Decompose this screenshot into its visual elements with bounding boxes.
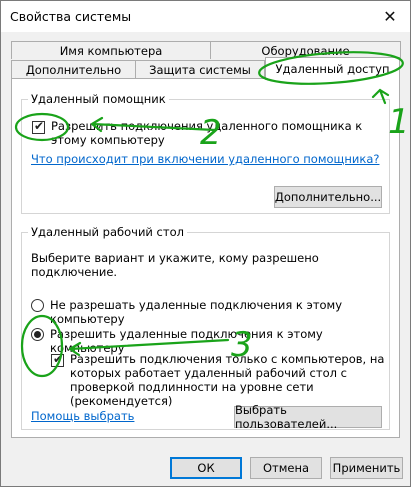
nla-checkbox[interactable]: ✔ [51, 352, 64, 367]
remote-assistance-group: Удаленный помощник ✔ Разрешить подключен… [21, 92, 390, 214]
title-bar: Свойства системы ✕ [1, 1, 410, 32]
remote-desktop-instructions: Выберите вариант и укажите, кому разреше… [31, 251, 319, 279]
remote-desktop-group: Удаленный рабочий стол Выберите вариант … [21, 225, 390, 431]
nla-label[interactable]: Разрешить подключения только с компьютер… [70, 352, 386, 408]
deny-connections-radio[interactable] [31, 299, 44, 312]
tab-computer-name[interactable]: Имя компьютера [11, 41, 211, 59]
tab-system-protection[interactable]: Защита системы [135, 60, 265, 78]
allow-connections-label[interactable]: Разрешить удаленные подключения к этому … [50, 327, 380, 355]
window-title: Свойства системы [10, 9, 132, 24]
allow-assistance-label[interactable]: Разрешить подключения удаленного помощни… [51, 119, 371, 147]
remote-assistance-title: Удаленный помощник [28, 92, 169, 106]
checkmark-icon: ✔ [34, 119, 45, 133]
remote-desktop-title: Удаленный рабочий стол [28, 225, 187, 239]
advanced-button[interactable]: Дополнительно... [274, 186, 382, 208]
checkmark-icon: ✔ [53, 352, 64, 366]
close-icon[interactable]: ✕ [370, 1, 410, 32]
assistance-help-link[interactable]: Что происходит при включении удаленного … [31, 152, 379, 166]
ok-button[interactable]: ОК [170, 457, 242, 479]
apply-button[interactable]: Применить [330, 457, 403, 479]
deny-connections-label[interactable]: Не разрешать удаленные подключения к это… [50, 298, 380, 326]
system-properties-window: Свойства системы ✕ Имя компьютера Оборуд… [0, 0, 411, 487]
remote-access-panel: Удаленный помощник ✔ Разрешить подключен… [11, 78, 400, 438]
cancel-button[interactable]: Отмена [250, 457, 322, 479]
allow-connections-radio[interactable] [31, 328, 44, 341]
radio-selected-dot [34, 331, 41, 338]
tab-remote-access[interactable]: Удаленный доступ [265, 57, 400, 80]
tab-advanced[interactable]: Дополнительно [11, 60, 136, 78]
remote-desktop-help-link[interactable]: Помощь выбрать [31, 409, 134, 423]
allow-assistance-checkbox[interactable]: ✔ [32, 119, 45, 134]
select-users-button[interactable]: Выбрать пользователей... [234, 403, 382, 431]
